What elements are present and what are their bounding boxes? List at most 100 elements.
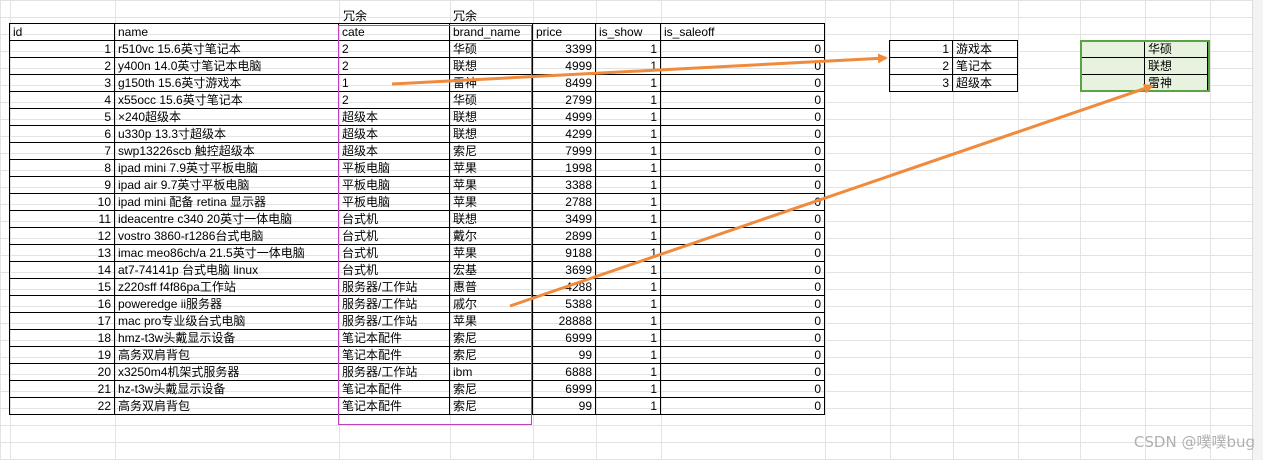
table-cell[interactable]: 3388	[532, 176, 596, 194]
table-cell[interactable]: 10	[9, 193, 115, 211]
table-cell[interactable]: 0	[660, 380, 825, 398]
table-cell[interactable]: 1998	[532, 159, 596, 177]
table-cell[interactable]: 7999	[532, 142, 596, 160]
table-cell[interactable]: 苹果	[449, 193, 533, 211]
table-cell[interactable]: 1	[595, 312, 661, 330]
table-cell[interactable]: 平板电脑	[338, 159, 450, 177]
table-cell[interactable]: 2899	[532, 227, 596, 245]
table-cell[interactable]: 28888	[532, 312, 596, 330]
table-cell[interactable]: 0	[660, 108, 825, 126]
table-cell[interactable]: 1	[595, 40, 661, 58]
table-cell[interactable]: 1	[595, 261, 661, 279]
table-cell[interactable]: 1	[595, 227, 661, 245]
table-cell[interactable]: 6999	[532, 329, 596, 347]
table-cell[interactable]: 0	[660, 329, 825, 347]
table-cell[interactable]: 苹果	[449, 176, 533, 194]
table-cell[interactable]: 18	[9, 329, 115, 347]
table-cell[interactable]: 6888	[532, 363, 596, 381]
table-cell[interactable]: 超级本	[338, 125, 450, 143]
table-cell[interactable]: 笔记本配件	[338, 329, 450, 347]
header-cell-is-saleoff[interactable]: is_saleoff	[660, 23, 825, 41]
table-cell[interactable]: 0	[660, 176, 825, 194]
table-cell[interactable]: 2	[338, 40, 450, 58]
table-cell[interactable]: 3499	[532, 210, 596, 228]
table-cell[interactable]: 1	[595, 346, 661, 364]
table-cell[interactable]: 1	[595, 210, 661, 228]
table-cell[interactable]: 0	[660, 57, 825, 75]
table-cell[interactable]: 服务器/工作站	[338, 295, 450, 313]
table-cell[interactable]: 0	[660, 193, 825, 211]
table-cell[interactable]: 台式机	[338, 261, 450, 279]
table-cell[interactable]: 索尼	[449, 346, 533, 364]
brand-id-cell[interactable]	[1081, 40, 1145, 58]
table-cell[interactable]: 17	[9, 312, 115, 330]
table-cell[interactable]: 索尼	[449, 380, 533, 398]
table-cell[interactable]: 1	[595, 74, 661, 92]
table-cell[interactable]: 0	[660, 142, 825, 160]
table-cell[interactable]: 13	[9, 244, 115, 262]
table-cell[interactable]: 3399	[532, 40, 596, 58]
table-cell[interactable]: 4999	[532, 108, 596, 126]
table-cell[interactable]: 4299	[532, 125, 596, 143]
table-cell[interactable]: 0	[660, 397, 825, 415]
table-cell[interactable]: 平板电脑	[338, 193, 450, 211]
table-cell[interactable]: 联想	[449, 108, 533, 126]
table-cell[interactable]: 戚尔	[449, 295, 533, 313]
table-cell[interactable]: 苹果	[449, 159, 533, 177]
table-cell[interactable]: ideacentre c340 20英寸一体电脑	[114, 210, 339, 228]
table-cell[interactable]: 台式机	[338, 244, 450, 262]
table-cell[interactable]: 6	[9, 125, 115, 143]
table-cell[interactable]: at7-74141p 台式电脑 linux	[114, 261, 339, 279]
table-cell[interactable]: 超级本	[338, 142, 450, 160]
table-cell[interactable]: 7	[9, 142, 115, 160]
category-id-cell[interactable]: 2	[889, 57, 953, 75]
table-cell[interactable]: 4	[9, 91, 115, 109]
table-cell[interactable]: 索尼	[449, 142, 533, 160]
table-cell[interactable]: ipad mini 7.9英寸平板电脑	[114, 159, 339, 177]
table-cell[interactable]: 1	[595, 159, 661, 177]
brand-id-cell[interactable]	[1081, 57, 1145, 75]
table-cell[interactable]: 1	[595, 278, 661, 296]
category-id-cell[interactable]: 1	[889, 40, 953, 58]
table-cell[interactable]: 超级本	[338, 108, 450, 126]
table-cell[interactable]: 1	[338, 74, 450, 92]
table-cell[interactable]: 联想	[449, 210, 533, 228]
brand-name-cell[interactable]: 华硕	[1144, 40, 1208, 58]
table-cell[interactable]: 1	[595, 244, 661, 262]
table-cell[interactable]: 1	[595, 363, 661, 381]
table-cell[interactable]: ipad mini 配备 retina 显示器	[114, 193, 339, 211]
header-cell-is-show[interactable]: is_show	[595, 23, 661, 41]
table-cell[interactable]: 2788	[532, 193, 596, 211]
table-cell[interactable]: 惠普	[449, 278, 533, 296]
table-cell[interactable]: 1	[9, 40, 115, 58]
header-cell-price[interactable]: price	[532, 23, 596, 41]
table-cell[interactable]: 0	[660, 227, 825, 245]
table-cell[interactable]: 1	[595, 397, 661, 415]
table-cell[interactable]: 笔记本配件	[338, 346, 450, 364]
table-cell[interactable]: 16	[9, 295, 115, 313]
table-cell[interactable]: 2	[338, 91, 450, 109]
table-cell[interactable]: 2	[9, 57, 115, 75]
table-cell[interactable]: 99	[532, 397, 596, 415]
table-cell[interactable]: 平板电脑	[338, 176, 450, 194]
table-cell[interactable]: 苹果	[449, 312, 533, 330]
table-cell[interactable]: 苹果	[449, 244, 533, 262]
table-cell[interactable]: r510vc 15.6英寸笔记本	[114, 40, 339, 58]
table-cell[interactable]: 0	[660, 210, 825, 228]
table-cell[interactable]: 华硕	[449, 40, 533, 58]
table-cell[interactable]: 8499	[532, 74, 596, 92]
table-cell[interactable]: 1	[595, 142, 661, 160]
table-cell[interactable]: x55occ 15.6英寸笔记本	[114, 91, 339, 109]
table-cell[interactable]: 9	[9, 176, 115, 194]
category-id-cell[interactable]: 3	[889, 74, 953, 92]
brand-name-cell[interactable]: 雷神	[1144, 74, 1208, 92]
table-cell[interactable]: 0	[660, 40, 825, 58]
table-cell[interactable]: 0	[660, 261, 825, 279]
header-cell-id[interactable]: id	[9, 23, 115, 41]
table-cell[interactable]: poweredge ii服务器	[114, 295, 339, 313]
table-cell[interactable]: swp13226scb 触控超级本	[114, 142, 339, 160]
table-cell[interactable]: 6999	[532, 380, 596, 398]
table-cell[interactable]: 0	[660, 346, 825, 364]
table-cell[interactable]: 0	[660, 244, 825, 262]
table-cell[interactable]: 服务器/工作站	[338, 278, 450, 296]
